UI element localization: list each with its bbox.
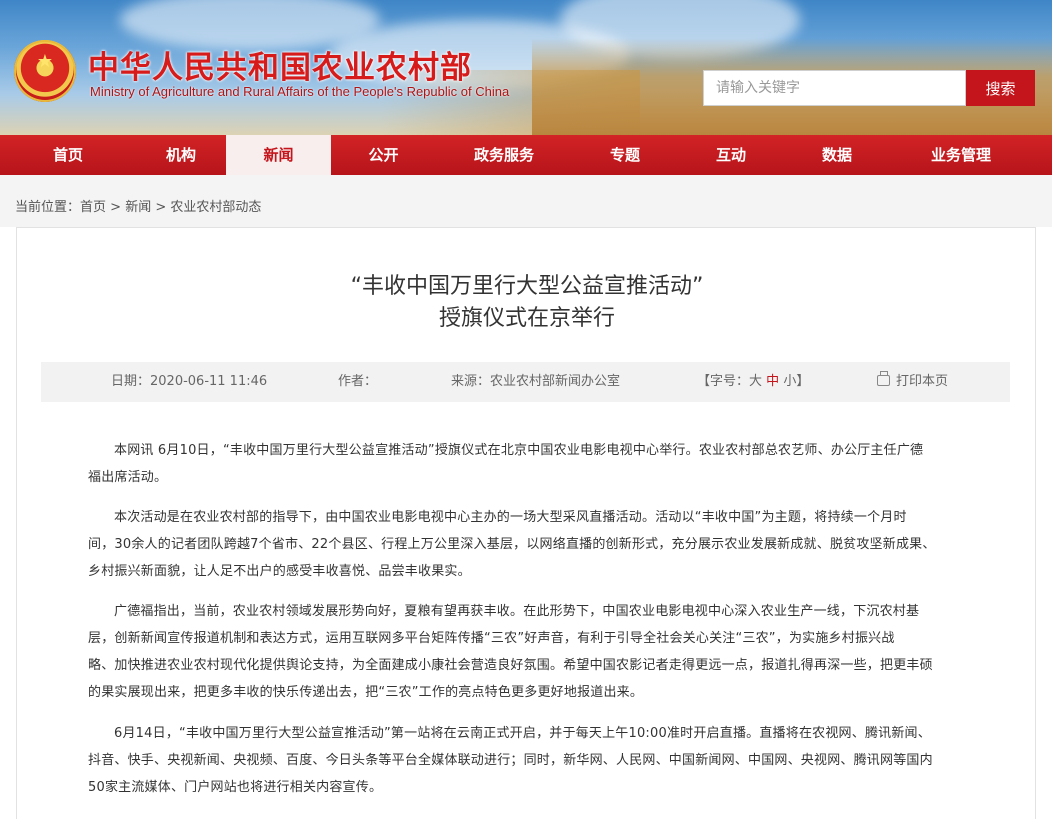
site-title[interactable]: 中华人民共和国农业农村部 xyxy=(88,42,472,87)
article-title-line-2: 授旗仪式在京举行 xyxy=(438,306,615,331)
breadcrumb-link-ministry-updates[interactable]: 农业农村部动态 xyxy=(170,200,261,215)
print-icon xyxy=(877,371,890,386)
font-size-large-button[interactable]: 大 xyxy=(749,374,762,389)
paragraph-line: 的果实展现出来，把更多丰收的快乐传递出去，把“三农”工作的亮点特色更多更好地报道… xyxy=(88,685,644,700)
paragraph-line: 6月14日，“丰收中国万里行大型公益宣推活动”第一站将在云南正式开启，并于每天上… xyxy=(114,726,931,741)
nav-item-data[interactable]: 数据 xyxy=(784,135,890,175)
nav-item-government-services[interactable]: 政务服务 xyxy=(436,135,572,175)
nav-item-topics[interactable]: 专题 xyxy=(572,135,678,175)
paragraph-line: 间，30余人的记者团队跨越7个省市、22个县区、行程上万公里深入基层，以网络直播… xyxy=(88,537,936,552)
print-page-label: 打印本页 xyxy=(896,374,949,389)
breadcrumb-link-news[interactable]: 新闻 xyxy=(125,200,151,215)
breadcrumb-prefix: 当前位置： xyxy=(15,200,81,215)
article-container: “丰收中国万里行大型公益宣推活动” 授旗仪式在京举行 日期：2020-06-11… xyxy=(16,227,1036,819)
paragraph-line: 乡村振兴新面貌，让人足不出户的感受丰收喜悦、品尝丰收果实。 xyxy=(88,564,471,579)
breadcrumb-link-home[interactable]: 首页 xyxy=(80,200,106,215)
article-author: 作者： xyxy=(338,374,378,389)
breadcrumb: 当前位置：首页 > 新闻 > 农业农村部动态 xyxy=(15,196,261,215)
main-nav: 首页 机构 新闻 公开 政务服务 专题 互动 数据 业务管理 xyxy=(0,135,1052,175)
nav-item-interaction[interactable]: 互动 xyxy=(678,135,784,175)
nav-item-business-management[interactable]: 业务管理 xyxy=(890,135,1032,175)
article-source: 来源：农业农村部新闻办公室 xyxy=(451,374,621,389)
breadcrumb-separator: > xyxy=(106,200,126,215)
article-paragraph-4: 6月14日，“丰收中国万里行大型公益宣推活动”第一站将在云南正式开启，并于每天上… xyxy=(88,720,968,801)
nav-item-organization[interactable]: 机构 xyxy=(136,135,226,175)
search-button[interactable]: 搜索 xyxy=(966,70,1035,106)
paragraph-line: 略、加快推进农业农村现代化提供舆论支持，为全面建成小康社会营造良好氛围。希望中国… xyxy=(88,658,933,673)
emblem-star-icon: ★ xyxy=(36,51,54,72)
site-subtitle: Ministry of Agriculture and Rural Affair… xyxy=(90,84,510,99)
font-size-switcher: 【字号：大 中 小】 xyxy=(697,362,809,402)
nav-item-public[interactable]: 公开 xyxy=(331,135,436,175)
paragraph-line: 本网讯 6月10日，“丰收中国万里行大型公益宣推活动”授旗仪式在北京中国农业电影… xyxy=(114,443,924,458)
font-size-medium-button[interactable]: 中 xyxy=(766,374,779,389)
article-paragraph-2: 本次活动是在农业农村部的指导下，由中国农业电影电视中心主办的一场大型采风直播活动… xyxy=(88,504,968,585)
breadcrumb-separator: > xyxy=(151,200,171,215)
search-input[interactable] xyxy=(703,70,966,106)
paragraph-line: 层，创新新闻宣传报道机制和表达方式，运用互联网多平台矩阵传播“三农”好声音，有利… xyxy=(88,631,895,646)
paragraph-line: 本次活动是在农业农村部的指导下，由中国农业电影电视中心主办的一场大型采风直播活动… xyxy=(114,510,907,525)
paragraph-line: 福出席活动。 xyxy=(88,470,168,485)
font-size-small-button[interactable]: 小 xyxy=(783,374,796,389)
print-page-button[interactable]: 打印本页 xyxy=(877,362,948,402)
nav-item-home[interactable]: 首页 xyxy=(0,135,136,175)
font-size-close: 】 xyxy=(796,374,810,389)
paragraph-line: 50家主流媒体、门户网站也将进行相关内容宣传。 xyxy=(88,780,383,795)
article-paragraph-3: 广德福指出，当前，农业农村领域发展形势向好，夏粮有望再获丰收。在此形势下，中国农… xyxy=(88,598,968,706)
paragraph-line: 抖音、快手、央视新闻、央视频、百度、今日头条等平台全媒体联动进行；同时，新华网、… xyxy=(88,753,933,768)
site-banner: ★ 中华人民共和国农业农村部 Ministry of Agriculture a… xyxy=(0,0,1052,135)
article-title-line-1: “丰收中国万里行大型公益宣推活动” xyxy=(350,274,704,299)
national-emblem-icon[interactable]: ★ xyxy=(14,40,76,102)
font-size-label: 【字号： xyxy=(697,374,750,389)
paragraph-line: 广德福指出，当前，农业农村领域发展形势向好，夏粮有望再获丰收。在此形势下，中国农… xyxy=(114,604,920,619)
article-date: 日期：2020-06-11 11:46 xyxy=(111,374,268,389)
article-paragraph-1: 本网讯 6月10日，“丰收中国万里行大型公益宣推活动”授旗仪式在北京中国农业电影… xyxy=(88,437,968,491)
nav-item-news[interactable]: 新闻 xyxy=(226,135,331,175)
article-meta-bar: 日期：2020-06-11 11:46 作者： 来源：农业农村部新闻办公室 【字… xyxy=(41,362,1010,402)
